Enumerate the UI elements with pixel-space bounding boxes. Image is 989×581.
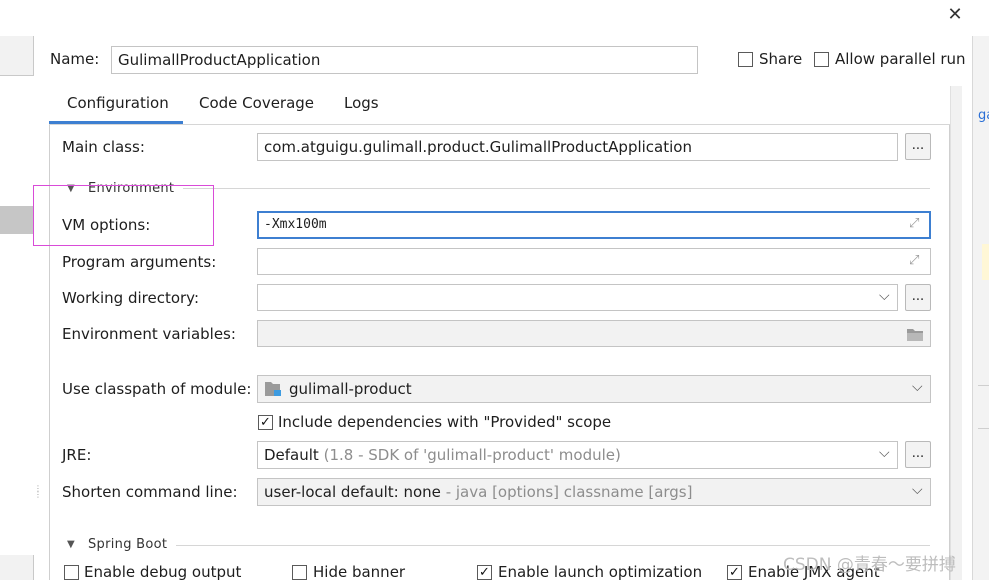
classpath-module-select[interactable]: gulimall-product: [257, 375, 931, 403]
watermark: CSDN @青春～要拼搏: [783, 555, 956, 575]
vm-options-label: VM options:: [62, 216, 151, 234]
tab-divider: [49, 124, 950, 125]
name-label: Name:: [50, 50, 100, 68]
hide-banner-checkbox[interactable]: [292, 565, 307, 580]
share-checkbox[interactable]: [738, 52, 753, 67]
name-input[interactable]: GulimallProductApplication: [111, 46, 698, 74]
close-icon[interactable]: ✕: [944, 4, 966, 26]
shorten-command-line-label: Shorten command line:: [62, 483, 238, 501]
tab-logs[interactable]: Logs: [344, 94, 379, 112]
include-dependencies-label: Include dependencies with "Provided" sco…: [278, 413, 612, 431]
expand-icon[interactable]: ⤢: [909, 216, 919, 231]
working-directory-input[interactable]: [257, 284, 898, 311]
include-dependencies-checkbox[interactable]: ✓: [258, 415, 273, 430]
jre-hint: (1.8 - SDK of 'gulimall-product' module): [323, 446, 621, 464]
allow-parallel-run-checkbox[interactable]: [814, 52, 829, 67]
jre-label: JRE:: [62, 446, 92, 464]
classpath-module-label: Use classpath of module:: [62, 380, 252, 398]
tab-configuration[interactable]: Configuration: [67, 94, 169, 112]
program-arguments-input[interactable]: [257, 248, 931, 275]
right-edge-highlight: [982, 244, 989, 280]
main-class-input[interactable]: com.atguigu.gulimall.product.GulimallPro…: [257, 133, 898, 161]
shorten-command-line-hint: - java [options] classname [args]: [445, 483, 693, 501]
vertical-scrollbar[interactable]: [950, 86, 962, 580]
expand-icon[interactable]: ⤢: [909, 253, 919, 268]
module-icon: [265, 382, 281, 396]
left-pane-list: [0, 75, 34, 555]
working-directory-browse-button[interactable]: ...: [905, 284, 931, 311]
jre-browse-button[interactable]: ...: [905, 441, 931, 468]
spring-boot-separator: [176, 545, 930, 546]
right-edge-divider: [978, 385, 989, 386]
chevron-down-icon[interactable]: ⌵: [912, 482, 923, 498]
main-class-label: Main class:: [62, 138, 145, 156]
chevron-down-icon[interactable]: ⌵: [879, 445, 890, 461]
vm-options-input[interactable]: -Xmx100m: [257, 211, 931, 239]
environment-variables-input[interactable]: [257, 320, 931, 347]
environment-variables-label: Environment variables:: [62, 325, 236, 343]
chevron-down-icon[interactable]: ⌵: [912, 379, 923, 395]
allow-parallel-run-label: Allow parallel run: [835, 50, 966, 68]
spring-boot-collapse-icon[interactable]: ▼: [67, 539, 75, 550]
enable-jmx-agent-checkbox[interactable]: ✓: [727, 565, 742, 580]
enable-launch-optimization-label: Enable launch optimization: [498, 563, 703, 581]
jre-value: Default: [264, 446, 319, 464]
jre-select[interactable]: Default (1.8 - SDK of 'gulimall-product'…: [257, 441, 898, 469]
main-class-browse-button[interactable]: ...: [905, 133, 931, 160]
right-edge-divider: [978, 428, 989, 429]
folder-icon[interactable]: [906, 327, 924, 342]
tab-code-coverage[interactable]: Code Coverage: [199, 94, 314, 112]
shorten-command-line-value: user-local default: none: [264, 483, 441, 501]
program-arguments-label: Program arguments:: [62, 253, 217, 271]
hide-banner-label: Hide banner: [313, 563, 406, 581]
share-label: Share: [759, 50, 803, 68]
right-edge-fragment-text: ga: [978, 108, 989, 123]
working-directory-label: Working directory:: [62, 289, 200, 307]
spring-boot-section-label: Spring Boot: [88, 537, 168, 552]
left-pane-selected-item[interactable]: [0, 206, 34, 234]
enable-debug-output-checkbox[interactable]: [64, 565, 79, 580]
enable-launch-optimization-checkbox[interactable]: ✓: [477, 565, 492, 580]
shorten-command-line-select[interactable]: user-local default: none - java [options…: [257, 478, 931, 506]
chevron-down-icon[interactable]: ⌵: [879, 288, 890, 304]
enable-debug-output-label: Enable debug output: [84, 563, 242, 581]
splitter-handle[interactable]: ⋮ ⋮: [34, 485, 42, 504]
environment-separator: [183, 188, 930, 189]
